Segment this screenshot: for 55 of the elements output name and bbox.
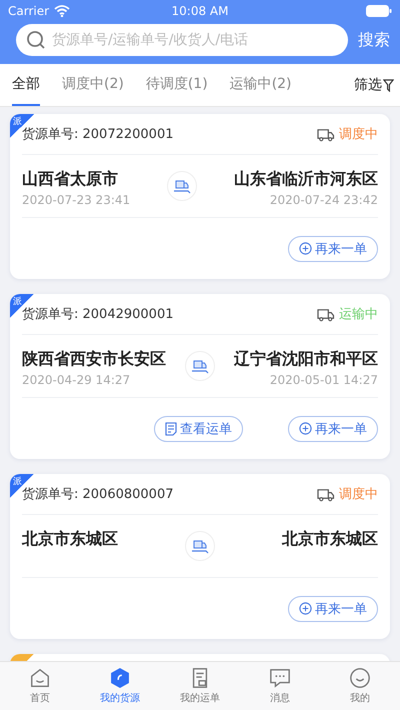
nav-tab[interactable]: 我的货源	[80, 662, 160, 710]
battery-icon	[366, 5, 392, 17]
chat-icon	[269, 667, 291, 689]
nav-tab[interactable]: 首页	[0, 662, 80, 710]
arrival-time: 2020-07-24 23:42	[270, 193, 378, 207]
order-number: 货源单号: 20072200001	[22, 126, 174, 143]
delivery-truck-icon	[185, 351, 215, 381]
search-icon	[26, 30, 46, 50]
status-label: 调度中	[339, 486, 378, 503]
home-icon	[29, 667, 51, 689]
plus-circle-icon	[299, 602, 312, 615]
order-number: 货源单号: 20042900001	[22, 306, 174, 323]
nav-tab[interactable]: 消息	[240, 662, 320, 710]
smiley-icon	[349, 667, 371, 689]
document-icon	[165, 422, 177, 436]
nav-tab[interactable]: 我的运单	[160, 662, 240, 710]
order-card[interactable]: 派 货源单号: 20060800007 调度中 北京市东城区 北京市东城区 再来一单	[10, 474, 390, 639]
order-card[interactable]: 派 货源单号: 20072200001 调度中 山西省太原市 2020-07-23 23:41 山东省临沂市河东区 2020-07-24 23:42 再来一单	[10, 114, 390, 279]
plus-circle-icon	[299, 242, 312, 255]
reorder-button[interactable]: 再来一单	[288, 416, 378, 442]
nav-tab[interactable]: 我的	[320, 662, 400, 710]
plus-circle-icon	[299, 422, 312, 435]
destination-city: 山东省临沂市河东区	[234, 169, 378, 190]
filter-tab[interactable]: 运输中(2)	[230, 64, 304, 106]
filter-tab[interactable]: 待调度(1)	[146, 64, 220, 106]
status-label: 运输中	[339, 306, 378, 323]
delivery-truck-icon	[167, 171, 198, 201]
clock: 10:08 AM	[170, 4, 230, 18]
truck-icon	[316, 306, 335, 322]
truck-icon	[316, 126, 335, 142]
funnel-icon	[383, 78, 394, 92]
order-card[interactable]: 派 货源单号: 20042900001 运输中 陕西省西安市长安区 2020-04-29 14:27 辽宁省沈阳市和平区 2020-05-01 14:27 查看运单 再来一单	[10, 294, 390, 459]
delivery-truck-icon	[185, 531, 215, 561]
search-button[interactable]: 搜索	[358, 30, 390, 50]
reorder-button[interactable]: 再来一单	[288, 596, 378, 622]
departure-time: 2020-04-29 14:27	[22, 373, 132, 387]
truck-icon	[316, 486, 335, 502]
filter-button[interactable]: 筛选	[354, 64, 394, 106]
origin-city: 陕西省西安市长安区	[22, 349, 166, 370]
view-waybill-button[interactable]: 查看运单	[154, 416, 243, 442]
departure-time: 2020-07-23 23:41	[22, 193, 130, 207]
wifi-icon	[54, 5, 70, 17]
status-label: 调度中	[339, 126, 378, 143]
carrier-label: Carrier	[8, 4, 50, 18]
search-field[interactable]: 货源单号/运输单号/收货人/电话	[16, 24, 348, 56]
destination-city: 北京市东城区	[282, 529, 378, 550]
destination-city: 辽宁省沈阳市和平区	[234, 349, 378, 370]
reorder-button[interactable]: 再来一单	[288, 236, 378, 262]
order-number: 货源单号: 20060800007	[22, 486, 174, 503]
origin-city: 北京市东城区	[22, 529, 118, 550]
hexagon-icon	[109, 667, 131, 689]
origin-city: 山西省太原市	[22, 169, 119, 190]
filter-tab[interactable]: 全部	[12, 64, 40, 106]
filter-tab[interactable]: 调度中(2)	[62, 64, 136, 106]
arrival-time: 2020-05-01 14:27	[270, 373, 378, 387]
